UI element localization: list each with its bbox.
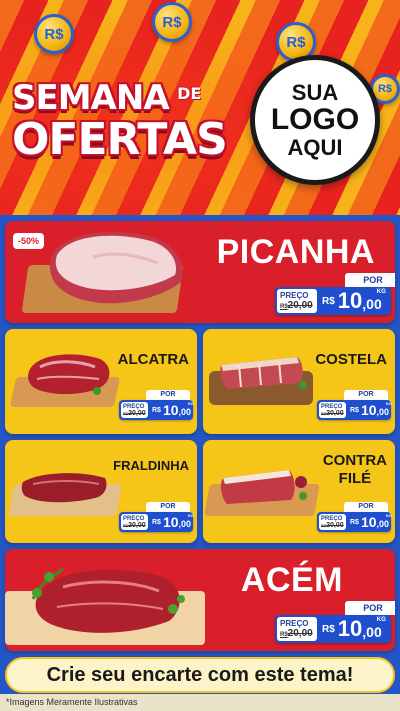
acem-meat-image — [31, 567, 185, 633]
price-box: PREÇO R$20,00 R$ 10 ,00 KG — [119, 400, 195, 420]
price-tag: POR PREÇO R$20,00 R$ 10 ,00 KG — [317, 390, 393, 420]
old-price-value: R$20,00 — [280, 628, 313, 639]
price-box: PREÇO R$20,00 R$ 10 ,00 KG — [275, 615, 391, 643]
coin-icon: R$ — [152, 2, 192, 42]
disclaimer: *Imagens Meramente Ilustrativas — [0, 694, 400, 711]
product-name-line2: FILÉ — [338, 470, 372, 487]
old-price: PREÇO R$20,00 — [319, 402, 346, 418]
product-card-alcatra[interactable]: ALCATRA POR PREÇO R$20,00 R$ 10 ,00 KG — [5, 329, 197, 434]
price-decimal: ,00 — [362, 624, 382, 640]
por-label: POR — [146, 390, 190, 400]
product-name-line1: CONTRA — [322, 452, 387, 469]
price-tag: POR PREÇO R$20,00 R$ 10 ,00 KG — [119, 390, 195, 420]
price-box: PREÇO R$20,00 R$ 10 ,00 KG — [317, 512, 393, 532]
page-title: SEMANA DE OFERTAS — [12, 78, 242, 162]
price-tag: POR PREÇO R$20,00 R$ 10 ,00 KG — [119, 502, 195, 532]
old-price: PREÇO R$20,00 — [277, 617, 317, 641]
por-label: POR — [344, 390, 388, 400]
currency: R$ — [350, 406, 359, 414]
product-name: FRALDINHA — [113, 458, 189, 473]
old-price-value: R$20,00 — [123, 409, 146, 417]
unit-label: KG — [376, 617, 386, 623]
cta-banner[interactable]: Crie seu encarte com este tema! — [5, 657, 395, 693]
old-price-value: R$20,00 — [321, 521, 344, 529]
logo-placeholder[interactable]: SUA LOGO AQUI — [250, 55, 380, 185]
currency: R$ — [350, 518, 359, 526]
alcatra-meat-image — [28, 354, 110, 395]
price-decimal: ,00 — [362, 296, 382, 312]
unit-label: KG — [188, 401, 195, 406]
new-price: R$ 10 ,00 KG — [150, 400, 195, 420]
price-integer: 10 — [337, 616, 363, 641]
currency: R$ — [152, 518, 161, 526]
price-decimal: ,00 — [178, 407, 192, 417]
new-price: R$ 10 ,00 KG — [150, 512, 195, 532]
por-label: POR — [344, 502, 388, 512]
price-box: PREÇO R$20,00 R$ 10 ,00 KG — [119, 512, 195, 532]
discount-badge: -50% — [13, 233, 45, 249]
product-name: PICANHA — [216, 233, 375, 271]
old-price-value: R$20,00 — [123, 521, 146, 529]
product-name: COSTELA — [315, 351, 387, 368]
preco-label: PREÇO — [280, 291, 309, 300]
coin-icon: R$ — [34, 14, 74, 54]
old-price: PREÇO R$20,00 — [121, 514, 148, 530]
price-integer: 10 — [162, 402, 179, 418]
price-integer: 10 — [360, 514, 377, 530]
old-price-value: R$20,00 — [321, 409, 344, 417]
product-card-costela[interactable]: COSTELA POR PREÇO R$20,00 R$ 10 ,00 KG — [203, 329, 395, 434]
picanha-meat-image — [49, 231, 183, 304]
title-line2: OFERTAS — [12, 114, 228, 165]
price-decimal: ,00 — [178, 519, 192, 529]
unit-label: KG — [376, 289, 386, 295]
currency: R$ — [152, 406, 161, 414]
title-de: DE — [177, 84, 202, 103]
logo-text-line3: AQUI — [287, 134, 343, 160]
unit-label: KG — [386, 513, 393, 518]
por-label: POR — [345, 601, 395, 615]
currency: R$ — [322, 295, 335, 307]
product-card-acem[interactable]: ACÉM POR PREÇO R$20,00 R$ 10 ,00 KG — [5, 549, 395, 651]
price-tag: POR PREÇO R$20,00 R$ 10 ,00 KG — [275, 273, 395, 317]
price-integer: 10 — [360, 402, 377, 418]
por-label: POR — [146, 502, 190, 512]
new-price: R$ 10 ,00 KG — [348, 512, 393, 532]
fraldinha-meat-image — [21, 473, 107, 503]
new-price: R$ 10 ,00 KG — [319, 615, 386, 643]
product-name: CONTRA FILÉ — [323, 452, 387, 488]
old-price-value: R$20,00 — [280, 300, 313, 311]
price-decimal: ,00 — [376, 407, 390, 417]
product-card-picanha[interactable]: -50% PICANHA POR PREÇO R$20,00 R$ 10 ,00… — [5, 221, 395, 323]
preco-label: PREÇO — [280, 619, 309, 628]
currency: R$ — [322, 623, 335, 635]
old-price: PREÇO R$20,00 — [277, 289, 317, 313]
new-price: R$ 10 ,00 KG — [319, 287, 386, 315]
contrafile-meat-image — [220, 470, 307, 504]
costela-meat-image — [220, 357, 307, 389]
por-label: POR — [345, 273, 395, 287]
price-box: PREÇO R$20,00 R$ 10 ,00 KG — [317, 400, 393, 420]
unit-label: KG — [386, 401, 393, 406]
unit-label: KG — [188, 513, 195, 518]
price-decimal: ,00 — [376, 519, 390, 529]
price-tag: POR PREÇO R$20,00 R$ 10 ,00 KG — [317, 502, 393, 532]
product-card-contrafile[interactable]: CONTRA FILÉ POR PREÇO R$20,00 R$ 10 ,00 … — [203, 440, 395, 543]
price-box: PREÇO R$20,00 R$ 10 ,00 KG — [275, 287, 391, 315]
product-name: ALCATRA — [117, 351, 189, 368]
header-banner: R$ R$ R$ R$ SEMANA DE OFERTAS SUA LOGO A… — [0, 0, 400, 215]
new-price: R$ 10 ,00 KG — [348, 400, 393, 420]
old-price: PREÇO R$20,00 — [319, 514, 346, 530]
logo-text-line2: LOGO — [270, 103, 360, 137]
product-name: ACÉM — [240, 561, 343, 599]
flyer-page: R$ R$ R$ R$ SEMANA DE OFERTAS SUA LOGO A… — [0, 0, 400, 711]
product-card-fraldinha[interactable]: FRALDINHA POR PREÇO R$20,00 R$ 10 ,00 KG — [5, 440, 197, 543]
cta-text: Crie seu encarte com este tema! — [46, 663, 354, 686]
title-line1: SEMANA — [12, 78, 170, 118]
price-integer: 10 — [337, 288, 363, 313]
old-price: PREÇO R$20,00 — [121, 402, 148, 418]
logo-text-line1: SUA — [291, 80, 339, 106]
price-tag: POR PREÇO R$20,00 R$ 10 ,00 KG — [275, 601, 395, 645]
price-integer: 10 — [162, 514, 179, 530]
